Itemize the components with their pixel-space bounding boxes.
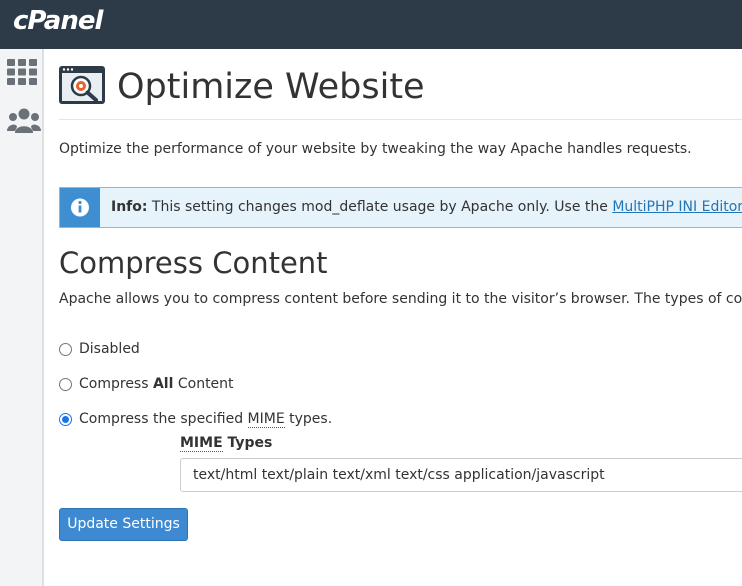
alert-text-before: This setting changes mod_deflate usage b…	[147, 199, 613, 215]
users-icon[interactable]	[7, 107, 41, 137]
info-alert: Info: This setting changes mod_deflate u…	[59, 187, 742, 228]
multiphp-ini-editor-link[interactable]: MultiPHP INI Editor	[612, 199, 742, 215]
alert-message: Info: This setting changes mod_deflate u…	[111, 199, 742, 215]
grid-icon[interactable]	[7, 59, 37, 89]
radio-all-label-after: Content	[173, 376, 234, 392]
radio-option-disabled[interactable]: Disabled	[59, 341, 140, 357]
page-title: Optimize Website	[117, 67, 425, 107]
radio-specified-label-before: Compress the specified	[79, 411, 248, 427]
mime-label-rest: Types	[222, 435, 273, 451]
alert-icon-box	[60, 188, 100, 227]
mime-types-input[interactable]: text/html text/plain text/xml text/css a…	[180, 458, 742, 492]
radio-option-specified[interactable]: Compress the specified MIME types.	[59, 411, 333, 428]
mime-label-abbr: MIME	[180, 435, 223, 452]
header-divider	[59, 119, 742, 120]
mime-types-label: MIME Types	[180, 435, 273, 452]
alert-label: Info:	[111, 199, 148, 215]
sidebar	[0, 49, 44, 586]
section-title: Compress Content	[59, 246, 328, 280]
radio-all[interactable]	[59, 377, 72, 391]
radio-disabled[interactable]	[59, 342, 72, 356]
radio-option-all[interactable]: Compress All Content	[59, 376, 234, 392]
section-description: Apache allows you to compress content be…	[59, 291, 742, 307]
optimize-website-icon	[58, 65, 106, 105]
radio-all-label: Compress All Content	[79, 376, 234, 392]
info-icon	[71, 198, 89, 217]
radio-all-label-before: Compress	[79, 376, 153, 392]
update-settings-button[interactable]: Update Settings	[59, 508, 188, 541]
main-content: Optimize Website Optimize the performanc…	[44, 49, 742, 586]
radio-all-label-bold: All	[152, 376, 174, 392]
top-bar: cPanel	[0, 0, 742, 49]
radio-specified[interactable]	[59, 412, 72, 426]
radio-disabled-label: Disabled	[79, 341, 140, 357]
mime-abbr: MIME	[247, 411, 285, 428]
page-description: Optimize the performance of your website…	[59, 141, 692, 157]
cpanel-logo[interactable]: cPanel	[13, 6, 103, 36]
radio-specified-label: Compress the specified MIME types.	[79, 411, 333, 428]
radio-specified-label-after: types.	[284, 411, 333, 427]
